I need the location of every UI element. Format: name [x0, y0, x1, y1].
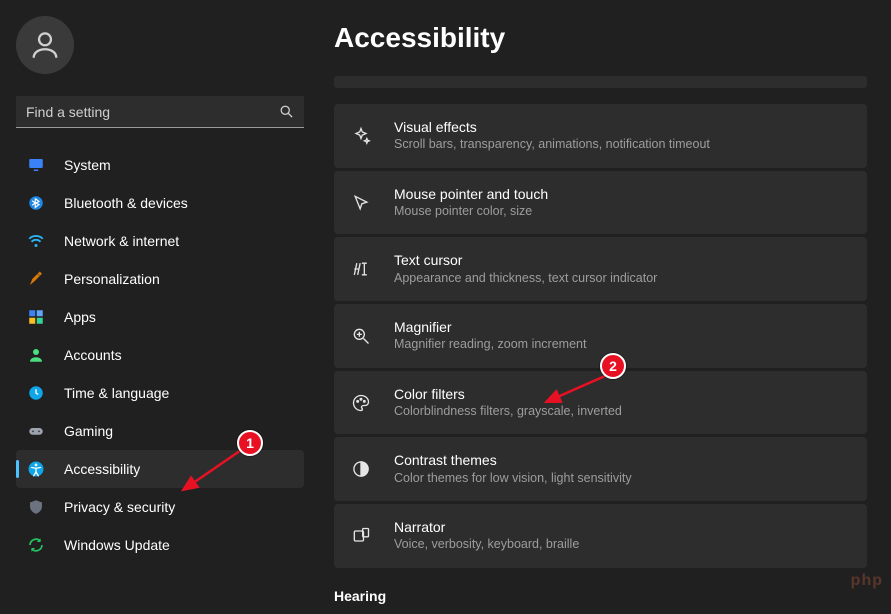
sidebar-item-personalization[interactable]: Personalization: [16, 260, 304, 298]
card-visual-effects[interactable]: Visual effectsScroll bars, transparency,…: [334, 104, 867, 168]
shield-icon: [26, 497, 46, 517]
sidebar-item-label: Time & language: [64, 385, 169, 401]
monitor-icon: [26, 155, 46, 175]
page-title: Accessibility: [334, 22, 867, 54]
card-title: Narrator: [394, 518, 579, 536]
gamepad-icon: [26, 421, 46, 441]
sidebar-item-label: Accounts: [64, 347, 122, 363]
card-narrator[interactable]: NarratorVoice, verbosity, keyboard, brai…: [334, 504, 867, 568]
card-desc: Voice, verbosity, keyboard, braille: [394, 536, 579, 554]
card-magnifier[interactable]: MagnifierMagnifier reading, zoom increme…: [334, 304, 867, 368]
sidebar-item-accessibility[interactable]: Accessibility: [16, 450, 304, 488]
text-cursor-icon: [350, 258, 372, 280]
sparkle-icon: [350, 125, 372, 147]
search-icon: [279, 104, 294, 119]
sidebar-item-network[interactable]: Network & internet: [16, 222, 304, 260]
contrast-icon: [350, 458, 372, 480]
card-desc: Color themes for low vision, light sensi…: [394, 470, 632, 488]
card-text-cursor[interactable]: Text cursorAppearance and thickness, tex…: [334, 237, 867, 301]
card-title: Mouse pointer and touch: [394, 185, 548, 203]
wifi-icon: [26, 231, 46, 251]
card-title: Magnifier: [394, 318, 586, 336]
sidebar-item-privacy[interactable]: Privacy & security: [16, 488, 304, 526]
account-icon: [26, 345, 46, 365]
update-icon: [26, 535, 46, 555]
palette-icon: [350, 392, 372, 414]
sidebar-item-label: Personalization: [64, 271, 160, 287]
card-desc: Colorblindness filters, grayscale, inver…: [394, 403, 622, 421]
search-input[interactable]: [26, 104, 279, 120]
annotation-badge-1: 1: [237, 430, 263, 456]
sidebar-item-accounts[interactable]: Accounts: [16, 336, 304, 374]
accessibility-icon: [26, 459, 46, 479]
search-box[interactable]: [16, 96, 304, 128]
sidebar-item-update[interactable]: Windows Update: [16, 526, 304, 564]
magnifier-icon: [350, 325, 372, 347]
card-title: Color filters: [394, 385, 622, 403]
narrator-icon: [350, 525, 372, 547]
cursor-icon: [350, 192, 372, 214]
sidebar-item-time[interactable]: Time & language: [16, 374, 304, 412]
card-title: Visual effects: [394, 118, 710, 136]
bluetooth-icon: [26, 193, 46, 213]
card-desc: Mouse pointer color, size: [394, 203, 548, 221]
user-avatar[interactable]: [16, 16, 74, 74]
sidebar-item-label: Accessibility: [64, 461, 140, 477]
apps-icon: [26, 307, 46, 327]
card-title: Contrast themes: [394, 451, 632, 469]
sidebar: System Bluetooth & devices Network & int…: [0, 0, 316, 614]
watermark: php: [851, 572, 883, 590]
card-mouse-pointer[interactable]: Mouse pointer and touchMouse pointer col…: [334, 171, 867, 235]
sidebar-item-system[interactable]: System: [16, 146, 304, 184]
sidebar-item-bluetooth[interactable]: Bluetooth & devices: [16, 184, 304, 222]
annotation-badge-2: 2: [600, 353, 626, 379]
sidebar-item-apps[interactable]: Apps: [16, 298, 304, 336]
sidebar-item-label: Privacy & security: [64, 499, 175, 515]
card-desc: Scroll bars, transparency, animations, n…: [394, 136, 710, 154]
section-hearing: Hearing: [334, 588, 867, 604]
card-desc: Appearance and thickness, text cursor in…: [394, 270, 657, 288]
person-icon: [28, 28, 62, 62]
main-panel: Accessibility Visual effectsScroll bars,…: [316, 0, 891, 614]
sidebar-item-label: System: [64, 157, 111, 173]
prev-card-stub: [334, 76, 867, 88]
clock-icon: [26, 383, 46, 403]
sidebar-item-label: Windows Update: [64, 537, 170, 553]
sidebar-item-label: Apps: [64, 309, 96, 325]
sidebar-item-label: Gaming: [64, 423, 113, 439]
nav-list: System Bluetooth & devices Network & int…: [16, 146, 304, 564]
sidebar-item-label: Bluetooth & devices: [64, 195, 188, 211]
sidebar-item-label: Network & internet: [64, 233, 179, 249]
card-color-filters[interactable]: Color filtersColorblindness filters, gra…: [334, 371, 867, 435]
card-contrast-themes[interactable]: Contrast themesColor themes for low visi…: [334, 437, 867, 501]
card-title: Text cursor: [394, 251, 657, 269]
card-desc: Magnifier reading, zoom increment: [394, 336, 586, 354]
paintbrush-icon: [26, 269, 46, 289]
